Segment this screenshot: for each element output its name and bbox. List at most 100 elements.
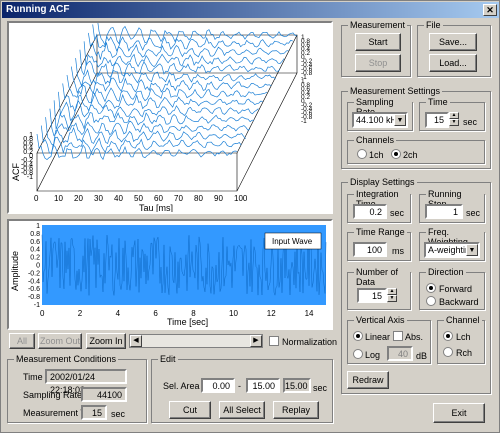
time-spinner[interactable]: ▲ ▼ <box>449 112 459 127</box>
wave-ylabel: Amplitude <box>10 251 20 291</box>
acf-xtick-label: 80 <box>194 194 203 203</box>
sel-area-label: Sel. Area <box>163 381 200 391</box>
save-button[interactable]: Save... <box>429 33 477 51</box>
acf-xtick-label: 20 <box>74 194 83 203</box>
cut-button[interactable]: Cut <box>169 401 211 419</box>
stop-button[interactable]: Stop <box>355 54 401 72</box>
wave-ytick-label: -0.6 <box>28 286 40 293</box>
scroll-right-icon[interactable]: ▶ <box>250 335 262 347</box>
number-of-data-field[interactable]: 15 <box>357 288 387 303</box>
time-unit: sec <box>463 117 478 127</box>
acf-xtick-label: 50 <box>134 194 143 203</box>
lch-radio[interactable] <box>443 331 453 341</box>
wave-xlabel: Time [sec] <box>167 317 208 327</box>
sel-area-dash: - <box>238 381 241 391</box>
time-value: 2002/01/24 22:18:03 <box>45 369 127 395</box>
freq-weighting-select[interactable]: A-weighting ▼ <box>424 242 480 258</box>
load-button[interactable]: Load... <box>429 54 477 72</box>
close-icon[interactable]: ✕ <box>483 4 497 16</box>
wave-xtick-label: 4 <box>116 309 121 318</box>
wave-ytick-label: 0.6 <box>30 239 40 246</box>
replay-button[interactable]: Replay <box>273 401 319 419</box>
wave-xtick-label: 6 <box>153 309 158 318</box>
wave-ytick-label: 0 <box>36 263 40 270</box>
chevron-down-icon[interactable]: ▼ <box>394 114 406 126</box>
acf-slice-line <box>88 32 289 60</box>
ch1-label: 1ch <box>369 150 384 160</box>
main-window: Running ACF ✕ 0 10 20 30 40 50 60 70 80 90 100 Tau… <box>0 0 500 433</box>
all-select-button[interactable]: All Select <box>219 401 265 419</box>
log-value: 40 <box>387 346 413 361</box>
wave-ytick-label: 0.8 <box>30 231 40 238</box>
wave-ytick-label: 0.4 <box>30 247 40 254</box>
running-step-field[interactable]: 1 <box>425 204 463 219</box>
wave-ytick-label: -0.2 <box>28 270 40 277</box>
integration-unit: sec <box>390 208 405 218</box>
acf-slice-line <box>40 125 242 154</box>
number-of-data-spinner[interactable]: ▲ ▼ <box>387 288 397 303</box>
acf-xtick-label: 60 <box>154 194 163 203</box>
zoom-in-button[interactable]: Zoom In <box>86 333 126 349</box>
normalization-label: Normalization <box>282 337 338 347</box>
sel-area-from[interactable]: 0.00 <box>201 378 235 393</box>
redraw-button[interactable]: Redraw <box>347 371 389 389</box>
time-range-unit: ms <box>392 246 404 256</box>
sampling-rate-value: 44100 <box>81 387 127 402</box>
sel-area-to[interactable]: 15.00 <box>246 378 280 393</box>
integration-field[interactable]: 0.2 <box>353 204 387 219</box>
acf-xtick-label: 70 <box>174 194 183 203</box>
backward-radio[interactable] <box>426 296 436 306</box>
acf-slice-line <box>70 66 272 95</box>
rch-radio[interactable] <box>443 347 453 357</box>
wave-ytick-label: 1 <box>36 223 40 230</box>
measurement-time-value: 15 <box>81 405 107 420</box>
normalization-checkbox[interactable] <box>269 336 279 346</box>
lch-label: Lch <box>456 332 471 342</box>
wave-xtick-label: 0 <box>40 309 45 318</box>
abs-checkbox[interactable] <box>393 331 403 341</box>
wave-xtick-label: 14 <box>305 309 314 318</box>
acf-slice-line <box>49 108 251 137</box>
wave-legend: Input Wave <box>272 237 313 246</box>
sel-area-unit: sec <box>313 383 328 393</box>
scroll-left-icon[interactable]: ◀ <box>130 335 142 347</box>
sampling-rate-select[interactable]: 44.100 kHz ▼ <box>352 112 408 128</box>
time-range-field[interactable]: 100 <box>353 242 387 257</box>
acf-slice-line <box>96 15 298 46</box>
title-bar: Running ACF ✕ <box>2 2 499 18</box>
acf-xtick-label: 30 <box>94 194 103 203</box>
wave-ytick-label: -0.4 <box>28 278 40 285</box>
running-step-unit: sec <box>466 208 481 218</box>
acf-xtick-label: 10 <box>54 194 63 203</box>
exit-button[interactable]: Exit <box>433 403 485 423</box>
acf-ztick-label: -1 <box>27 174 33 181</box>
log-label: Log <box>365 350 381 360</box>
wave-ytick-label: -0.8 <box>28 294 40 301</box>
forward-label: Forward <box>439 284 473 294</box>
acf-xlabel: Tau [ms] <box>139 203 173 212</box>
ch1-radio[interactable] <box>357 149 367 159</box>
linear-radio[interactable] <box>353 331 363 341</box>
acf-xtick-label: 90 <box>214 194 223 203</box>
abs-label: Abs. <box>405 332 424 342</box>
time-scrollbar[interactable]: ◀ ▶ <box>129 334 263 348</box>
wave-xtick-label: 2 <box>78 309 83 318</box>
linear-label: Linear <box>365 332 391 342</box>
zoom-all-button[interactable]: All <box>9 333 35 349</box>
sampling-rate-label: Sampling Rate <box>23 390 83 400</box>
chevron-down-icon[interactable]: ▼ <box>466 244 478 256</box>
time-field[interactable]: 15 <box>425 112 449 128</box>
acf-xtick-label: 0 <box>34 194 39 203</box>
forward-radio[interactable] <box>426 283 436 293</box>
start-button[interactable]: Start <box>355 33 401 51</box>
acf-slice-line <box>92 24 293 52</box>
wave-xtick-label: 12 <box>267 309 276 318</box>
wave-xtick-label: 10 <box>229 309 238 318</box>
ch2-radio[interactable] <box>391 149 401 159</box>
log-radio[interactable] <box>353 349 363 359</box>
rch-label: Rch <box>456 348 473 358</box>
acf-slice-line <box>45 117 246 145</box>
zoom-out-button[interactable]: Zoom Out <box>38 333 82 349</box>
acf-xtick-label: 40 <box>114 194 123 203</box>
wave-plot: 10.80.60.40.20-0.2-0.4-0.6-0.8-1 0 2 4 6 8 10… <box>10 223 327 327</box>
